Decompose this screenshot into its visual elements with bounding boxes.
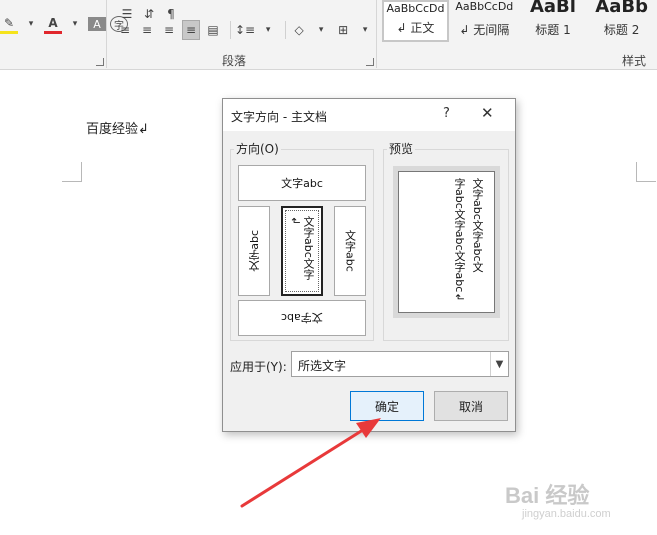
option-text: 文字abc: [281, 177, 323, 190]
distributed-icon[interactable]: ▤: [204, 20, 222, 40]
apply-to-label: 应用于(Y):: [230, 360, 287, 374]
dialog-titlebar: 文字方向 - 主文档 ? ✕: [223, 99, 515, 131]
justify-icon[interactable]: ≡: [182, 20, 200, 40]
option-text: 文字abc: [281, 311, 323, 324]
baidu-watermark-logo: Bai 经验: [505, 483, 590, 508]
orientation-rotate-left[interactable]: 文字abc: [238, 206, 270, 296]
line-spacing-button[interactable]: ↕≡: [235, 20, 255, 40]
align-left-icon[interactable]: ≡: [116, 20, 134, 40]
style-normal[interactable]: AaBbCcDd ↲ 正文: [382, 0, 449, 42]
style-heading-2[interactable]: AaBb 标题 2: [588, 0, 655, 42]
orientation-flipped[interactable]: 文字abc: [238, 300, 366, 336]
style-name: ↲ 正文: [396, 21, 435, 35]
apply-to-value: 所选文字: [298, 359, 347, 373]
align-right-icon[interactable]: ≡: [160, 20, 178, 40]
ribbon-divider: [106, 0, 107, 68]
preview-box: 文字abc文字abc文 字abc文字abc文字abc↲: [398, 171, 495, 313]
option-text: 文字abc: [343, 230, 357, 272]
style-name: ↲ 无间隔: [459, 23, 510, 37]
ribbon-divider: [376, 0, 377, 68]
styles-group-label: 样式: [622, 54, 647, 68]
document-text[interactable]: 百度经验↲: [86, 118, 149, 137]
borders-icon[interactable]: ⊞: [334, 20, 352, 40]
font-tools-row: ✎ ▾ A ▾ A 字: [0, 14, 132, 34]
shading-icon[interactable]: ◇: [290, 20, 308, 40]
close-icon[interactable]: ✕: [481, 104, 494, 122]
divider: [285, 21, 287, 39]
char-shading-button[interactable]: A: [88, 17, 106, 31]
style-name: 标题 1: [535, 23, 571, 37]
para-tools-row-2: ≡ ≡ ≡ ≡ ▤ ↕≡ ▾ ◇ ▾ ⊞ ▾: [116, 20, 378, 40]
margin-corner-mark: [62, 162, 82, 182]
ribbon: ✎ ▾ A ▾ A 字 ☰ ⇵ ¶ ≡ ≡ ≡ ≡ ▤ ↕≡ ▾ ◇ ▾ ⊞ ▾…: [0, 0, 657, 70]
help-icon[interactable]: ?: [443, 106, 450, 121]
style-preview: AaBb: [595, 0, 648, 17]
line-spacing-dropdown-icon[interactable]: ▾: [259, 20, 277, 40]
font-color-dropdown-icon[interactable]: ▾: [66, 14, 84, 34]
font-color-button[interactable]: A: [44, 14, 62, 34]
divider: [230, 21, 231, 39]
option-text: 文字abc: [247, 230, 261, 272]
preview-line: 文字abc文字abc文: [471, 178, 484, 273]
preview-line: 字abc文字abc文字abc↲: [453, 178, 466, 302]
shading-dropdown-icon[interactable]: ▾: [312, 20, 330, 40]
style-no-spacing[interactable]: AaBbCcDd ↲ 无间隔: [451, 0, 518, 42]
apply-to-select[interactable]: 所选文字 ▼: [291, 351, 509, 377]
style-preview: AaBl: [529, 0, 576, 17]
paragraph-group-label: 段落: [222, 54, 247, 68]
paragraph-dialog-launcher-icon[interactable]: [366, 58, 374, 66]
orientation-vertical[interactable]: 文字abc文字↲: [281, 206, 323, 296]
ok-button[interactable]: 确定: [350, 391, 424, 421]
borders-dropdown-icon[interactable]: ▾: [356, 20, 374, 40]
orientation-label: 方向(O): [234, 140, 281, 157]
style-preview: AaBbCcDd: [455, 0, 514, 13]
preview-label: 预览: [387, 140, 416, 157]
font-dialog-launcher-icon[interactable]: [96, 58, 104, 66]
style-preview: AaBbCcDd: [386, 2, 445, 15]
style-name: 标题 2: [603, 23, 640, 37]
dialog-title: 文字方向 - 主文档: [231, 110, 327, 124]
margin-corner-mark: [636, 162, 656, 182]
highlight-color-button[interactable]: ✎: [0, 14, 18, 34]
align-center-icon[interactable]: ≡: [138, 20, 156, 40]
orientation-rotate-right[interactable]: 文字abc: [334, 206, 366, 296]
orientation-horizontal[interactable]: 文字abc: [238, 165, 366, 201]
cancel-button[interactable]: 取消: [434, 391, 508, 421]
chevron-down-icon[interactable]: ▼: [490, 352, 508, 376]
option-text: 文字abc文字↲: [289, 216, 315, 280]
text-direction-dialog: 文字方向 - 主文档 ? ✕ 方向(O) 文字abc 文字abc 文字abc文字…: [222, 98, 516, 432]
watermark-url: jingyan.baidu.com: [522, 508, 611, 520]
style-heading-1[interactable]: AaBl 标题 1: [520, 0, 587, 42]
highlight-dropdown-icon[interactable]: ▾: [22, 14, 40, 34]
styles-gallery: AaBbCcDd ↲ 正文 AaBbCcDd ↲ 无间隔 AaBl 标题 1 A…: [382, 0, 657, 42]
